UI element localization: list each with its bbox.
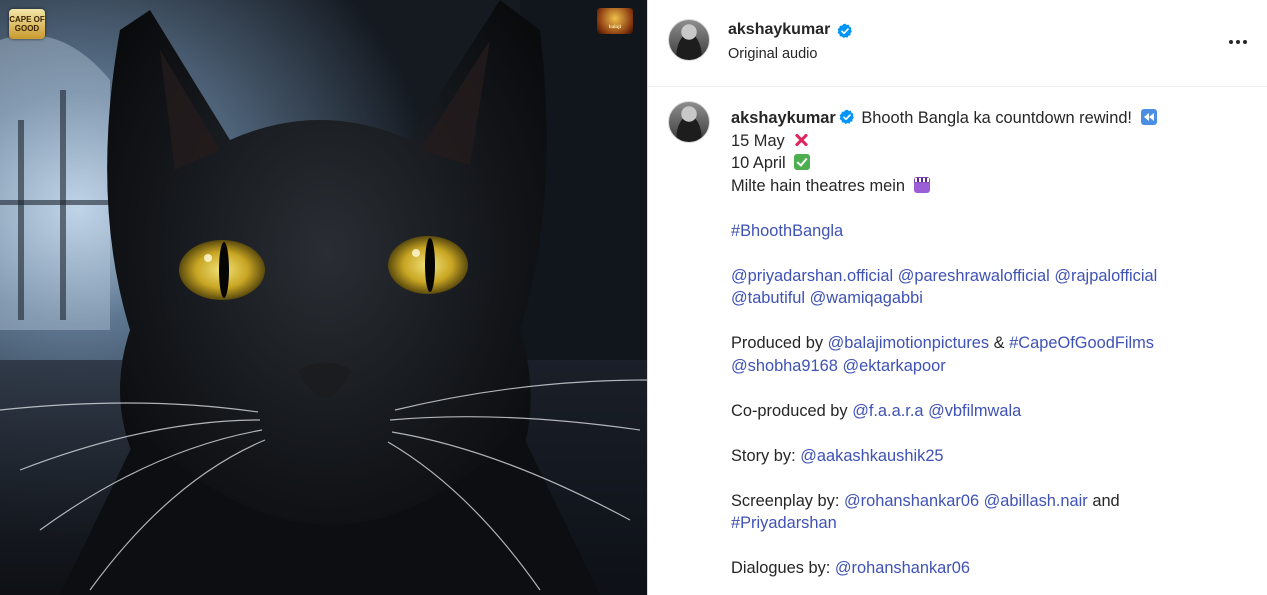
post-side-panel: akshaykumar Original audio akshaykumar B… bbox=[647, 0, 1267, 595]
caption-username-link[interactable]: akshaykumar bbox=[731, 109, 836, 127]
mention-link[interactable]: @vbfilmwala bbox=[928, 402, 1021, 420]
post-header: akshaykumar Original audio bbox=[648, 0, 1267, 87]
rewind-emoji-icon bbox=[1140, 109, 1157, 125]
date-new: 10 April bbox=[731, 154, 786, 172]
verified-badge-icon bbox=[839, 109, 854, 124]
screenplay-line-2: #Priyadarshan bbox=[731, 512, 1251, 535]
mention-link[interactable]: @rajpalofficial bbox=[1054, 267, 1157, 285]
profile-avatar[interactable] bbox=[668, 19, 710, 61]
story-label: Story by: bbox=[731, 446, 796, 465]
verified-badge-icon bbox=[837, 23, 852, 38]
caption-headline: Bhooth Bangla ka countdown rewind! bbox=[861, 109, 1132, 127]
screenplay-line: Screenplay by: @rohanshankar06 @abillash… bbox=[731, 490, 1251, 513]
mention-link[interactable]: @shobha9168 bbox=[731, 357, 838, 375]
coproduced-label: Co-produced by bbox=[731, 401, 848, 420]
mention-link[interactable]: @aakashkaushik25 bbox=[800, 447, 943, 465]
hashtag-link[interactable]: #CapeOfGoodFilms bbox=[1009, 334, 1154, 352]
and-text: and bbox=[1092, 491, 1120, 510]
mention-link[interactable]: @f.a.a.r.a bbox=[852, 402, 923, 420]
mention-link[interactable]: @pareshrawalofficial bbox=[898, 267, 1050, 285]
header-username-link[interactable]: akshaykumar bbox=[728, 21, 830, 39]
dialogues-line: Dialogues by: @rohanshankar06 bbox=[731, 557, 1251, 580]
cta-line: Milte hain theatres mein bbox=[731, 175, 1251, 198]
mention-link[interactable]: @rohanshankar06 bbox=[844, 492, 979, 510]
more-options-icon[interactable] bbox=[1226, 30, 1250, 54]
dialogues-label: Dialogues by: bbox=[731, 559, 831, 577]
instagram-post: CAPE OF GOOD balaji akshaykumar Original… bbox=[0, 0, 1267, 595]
caption-avatar[interactable] bbox=[668, 101, 710, 143]
ampersand: & bbox=[993, 334, 1005, 352]
mention-link[interactable]: @ektarkapoor bbox=[842, 357, 945, 375]
caption-text: akshaykumar Bhooth Bangla ka countdown r… bbox=[731, 107, 1251, 580]
story-line: Story by: @aakashkaushik25 bbox=[731, 445, 1251, 468]
clapper-board-emoji-icon bbox=[913, 176, 930, 193]
coproduced-line: Co-produced by @f.a.a.r.a @vbfilmwala bbox=[731, 400, 1251, 423]
mention-link[interactable]: @abillash.nair bbox=[984, 492, 1088, 510]
cta-text: Milte hain theatres mein bbox=[731, 176, 906, 195]
cape-of-good-films-logo: CAPE OF GOOD bbox=[9, 9, 45, 39]
produced-line: Produced by @balajimotionpictures & #Cap… bbox=[731, 332, 1251, 355]
mention-link[interactable]: @rohanshankar06 bbox=[835, 559, 970, 577]
mention-link[interactable]: @wamiqagabbi bbox=[810, 289, 923, 307]
cross-mark-emoji-icon bbox=[793, 132, 809, 148]
mention-link[interactable]: @balajimotionpictures bbox=[828, 334, 990, 352]
produced-label: Produced by bbox=[731, 334, 824, 352]
produced-line-2: @shobha9168 @ektarkapoor bbox=[731, 355, 1251, 378]
mention-link[interactable]: @tabutiful bbox=[731, 289, 805, 307]
balaji-motion-pictures-logo: balaji bbox=[597, 8, 633, 34]
mentions-line-1: @priyadarshan.official @pareshrawaloffic… bbox=[731, 265, 1251, 288]
mentions-line-2: @tabutiful @wamiqagabbi bbox=[731, 287, 1251, 310]
original-audio-link[interactable]: Original audio bbox=[728, 46, 817, 62]
date-old-line: 15 May bbox=[731, 130, 1251, 153]
black-cat-image bbox=[0, 0, 647, 595]
check-mark-emoji-icon bbox=[794, 154, 811, 170]
post-caption: akshaykumar Bhooth Bangla ka countdown r… bbox=[648, 88, 1267, 595]
hashtag-link[interactable]: #BhoothBangla bbox=[731, 222, 843, 240]
mention-link[interactable]: @priyadarshan.official bbox=[731, 267, 893, 285]
screenplay-label: Screenplay by: bbox=[731, 491, 840, 510]
date-old: 15 May bbox=[731, 131, 785, 150]
date-new-line: 10 April bbox=[731, 152, 1251, 175]
caption-first-line: akshaykumar Bhooth Bangla ka countdown r… bbox=[731, 107, 1251, 130]
hashtag-link[interactable]: #Priyadarshan bbox=[731, 514, 837, 532]
post-media[interactable]: CAPE OF GOOD balaji bbox=[0, 0, 647, 595]
